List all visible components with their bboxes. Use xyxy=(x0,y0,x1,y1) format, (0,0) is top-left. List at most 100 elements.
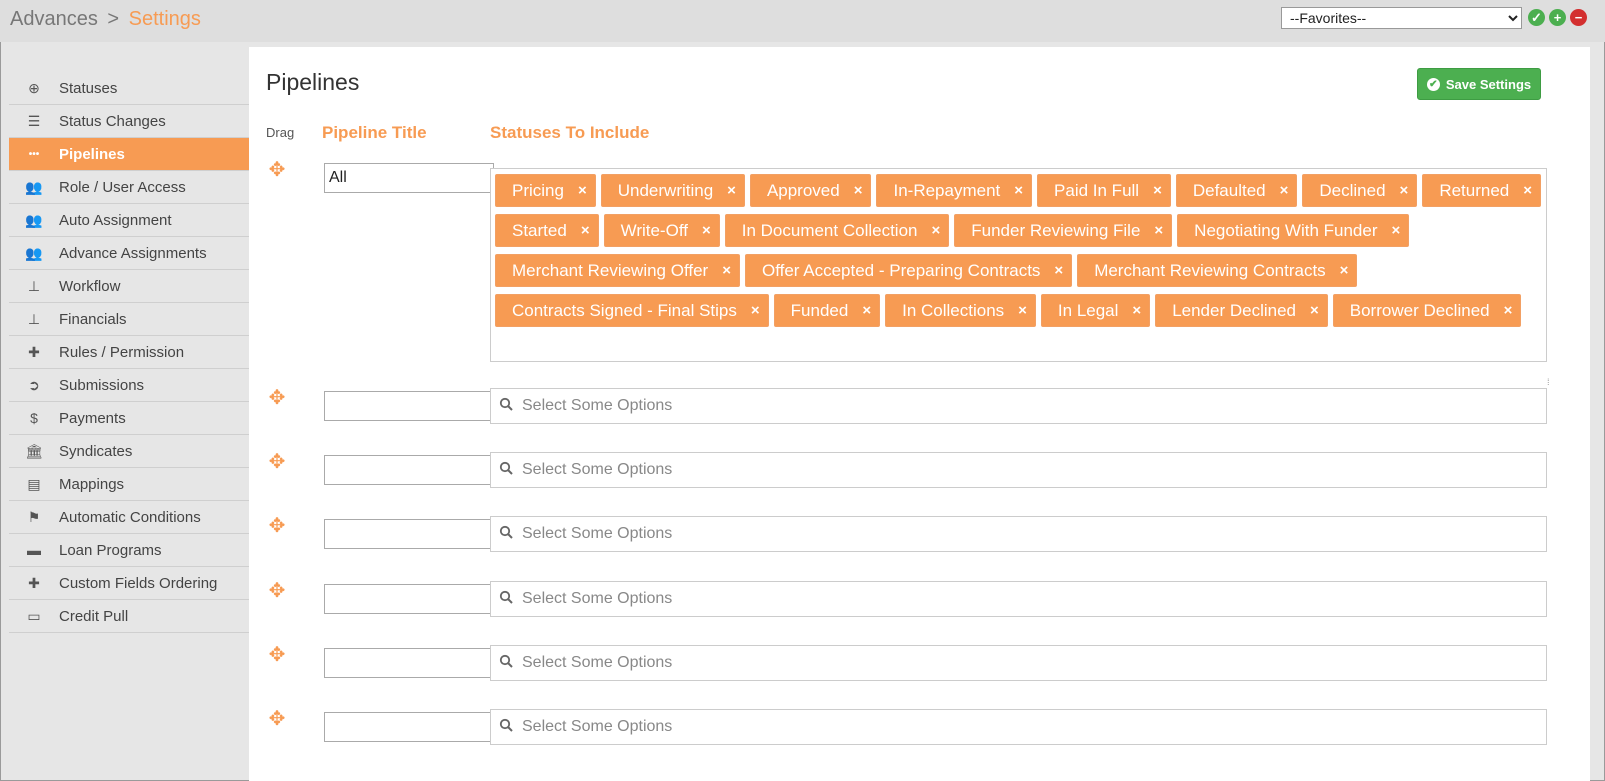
remove-tag-icon[interactable]: × xyxy=(1154,222,1163,239)
remove-tag-icon[interactable]: × xyxy=(722,262,731,279)
status-tag: Funded × xyxy=(773,294,881,327)
check-icon: ✔ xyxy=(1426,77,1440,91)
sidebar-item-syndicates[interactable]: 🏛 Syndicates xyxy=(9,435,249,468)
sidebar-item-pipelines[interactable]: ••• Pipelines xyxy=(9,138,249,171)
pipeline-title-input[interactable] xyxy=(324,712,494,742)
sidebar-item-payments[interactable]: $ Payments xyxy=(9,402,249,435)
status-tag-label: Started xyxy=(512,220,567,240)
sidebar-item-credit-pull[interactable]: ▭ Credit Pull xyxy=(9,600,249,633)
remove-tag-icon[interactable]: × xyxy=(1523,182,1532,199)
sidebar-item-label: Credit Pull xyxy=(59,607,129,625)
drag-handle-icon[interactable]: ✥ xyxy=(267,516,287,536)
remove-tag-icon[interactable]: × xyxy=(854,182,863,199)
status-tag-label: Funder Reviewing File xyxy=(971,220,1141,240)
pipeline-title-input[interactable] xyxy=(324,519,494,549)
remove-tag-icon[interactable]: × xyxy=(1310,302,1319,319)
sidebar-item-mappings[interactable]: ▤ Mappings xyxy=(9,468,249,501)
statuses-select[interactable]: Select Some Options xyxy=(490,452,1547,488)
pipeline-title-input[interactable] xyxy=(324,163,494,193)
statuses-select[interactable]: Select Some Options xyxy=(490,388,1547,424)
statuses-select[interactable]: Select Some Options xyxy=(490,516,1547,552)
save-settings-button[interactable]: ✔ Save Settings xyxy=(1417,68,1541,100)
resize-handle[interactable]: ⁞ xyxy=(1547,377,1550,387)
sidebar-item-label: Workflow xyxy=(59,277,121,295)
sidebar-item-loan-programs[interactable]: ▬ Loan Programs xyxy=(9,534,249,567)
remove-tag-icon[interactable]: × xyxy=(581,222,590,239)
drag-handle-icon[interactable]: ✥ xyxy=(267,581,287,601)
remove-tag-icon[interactable]: × xyxy=(1280,182,1289,199)
users-icon: 👥 xyxy=(25,178,43,195)
status-tag-label: Funded xyxy=(790,300,849,320)
drag-handle-icon[interactable]: ✥ xyxy=(267,645,287,665)
sidebar-item-financials[interactable]: ⊥ Financials xyxy=(9,303,249,336)
remove-tag-icon[interactable]: × xyxy=(1504,302,1513,319)
status-tag-label: Write-Off xyxy=(620,220,688,240)
pipeline-title-input[interactable] xyxy=(324,648,494,678)
top-header: Advances > Settings --Favorites-- ✓ + − xyxy=(0,0,1605,42)
pipeline-title-input[interactable] xyxy=(324,455,494,485)
status-tag: Started × xyxy=(495,214,599,247)
column-header-drag: Drag xyxy=(266,125,295,140)
check-circle-icon[interactable]: ✓ xyxy=(1528,9,1545,26)
remove-tag-icon[interactable]: × xyxy=(1340,262,1349,279)
sidebar-item-label: Submissions xyxy=(59,376,145,394)
plus-circle-icon[interactable]: + xyxy=(1549,9,1566,26)
status-tag-label: Pricing xyxy=(512,180,564,200)
sidebar-item-workflow[interactable]: ⊥ Workflow xyxy=(9,270,249,303)
select-placeholder: Select Some Options xyxy=(522,461,673,478)
statuses-select[interactable]: Select Some Options xyxy=(490,581,1547,617)
minus-circle-icon[interactable]: − xyxy=(1570,9,1587,26)
sidebar-item-auto-assignment[interactable]: 👥 Auto Assignment xyxy=(9,204,249,237)
remove-tag-icon[interactable]: × xyxy=(1054,262,1063,279)
pipeline-title-input[interactable] xyxy=(324,584,494,614)
remove-tag-icon[interactable]: × xyxy=(1153,182,1162,199)
sidebar-item-rules-permission[interactable]: ✚ Rules / Permission xyxy=(9,336,249,369)
status-tag: Borrower Declined × xyxy=(1332,294,1522,327)
dollar-icon: $ xyxy=(30,410,38,426)
statuses-select[interactable]: Select Some Options xyxy=(490,645,1547,681)
sidebar-item-status-changes[interactable]: ☰ Status Changes xyxy=(9,105,249,138)
sidebar-item-label: Syndicates xyxy=(59,442,133,460)
remove-tag-icon[interactable]: × xyxy=(1014,182,1023,199)
pipeline-title-input[interactable] xyxy=(324,391,494,421)
remove-tag-icon[interactable]: × xyxy=(1132,302,1141,319)
remove-tag-icon[interactable]: × xyxy=(1400,182,1409,199)
status-tag: Pricing × xyxy=(495,174,596,207)
favorites-select[interactable]: --Favorites-- xyxy=(1281,7,1522,29)
breadcrumb-current: Settings xyxy=(128,8,201,30)
remove-tag-icon[interactable]: × xyxy=(862,302,871,319)
breadcrumb: Advances > Settings xyxy=(10,8,201,31)
remove-tag-icon[interactable]: × xyxy=(578,182,587,199)
status-tag-label: Underwriting xyxy=(617,180,714,200)
remove-tag-icon[interactable]: × xyxy=(1392,222,1401,239)
sidebar-item-automatic-conditions[interactable]: ⚑ Automatic Conditions xyxy=(9,501,249,534)
drag-handle-icon[interactable]: ✥ xyxy=(267,709,287,729)
status-tag: Underwriting × xyxy=(600,174,745,207)
statuses-select[interactable]: Select Some Options xyxy=(490,709,1547,745)
sidebar-item-submissions[interactable]: ➲ Submissions xyxy=(9,369,249,402)
sidebar-item-label: Payments xyxy=(59,409,126,427)
drag-handle-icon[interactable]: ✥ xyxy=(267,160,287,180)
sidebar-item-label: Custom Fields Ordering xyxy=(59,574,218,592)
sidebar-item-label: Automatic Conditions xyxy=(59,508,201,526)
drag-handle-icon[interactable]: ✥ xyxy=(267,452,287,472)
remove-tag-icon[interactable]: × xyxy=(751,302,760,319)
remove-tag-icon[interactable]: × xyxy=(702,222,711,239)
remove-tag-icon[interactable]: × xyxy=(932,222,941,239)
status-tag: In Document Collection × xyxy=(724,214,950,247)
remove-tag-icon[interactable]: × xyxy=(727,182,736,199)
sidebar-item-label: Pipelines xyxy=(59,145,125,163)
sidebar-item-custom-fields-ordering[interactable]: ✚ Custom Fields Ordering xyxy=(9,567,249,600)
drag-handle-icon[interactable]: ✥ xyxy=(267,388,287,408)
sidebar-item-advance-assignments[interactable]: 👥 Advance Assignments xyxy=(9,237,249,270)
status-tag: Merchant Reviewing Contracts × xyxy=(1077,254,1358,287)
sitemap-icon: ⊥ xyxy=(27,277,41,294)
search-icon xyxy=(499,461,515,480)
status-tag-label: Borrower Declined xyxy=(1349,300,1490,320)
status-tag-label: Paid In Full xyxy=(1054,180,1140,200)
remove-tag-icon[interactable]: × xyxy=(1018,302,1027,319)
sidebar-item-role-user-access[interactable]: 👥 Role / User Access xyxy=(9,171,249,204)
statuses-multiselect[interactable]: Pricing × Underwriting × Approved × In-Repayme… xyxy=(490,168,1547,362)
breadcrumb-root[interactable]: Advances xyxy=(10,8,98,30)
sidebar-item-statuses[interactable]: ⊕ Statuses xyxy=(9,72,249,105)
